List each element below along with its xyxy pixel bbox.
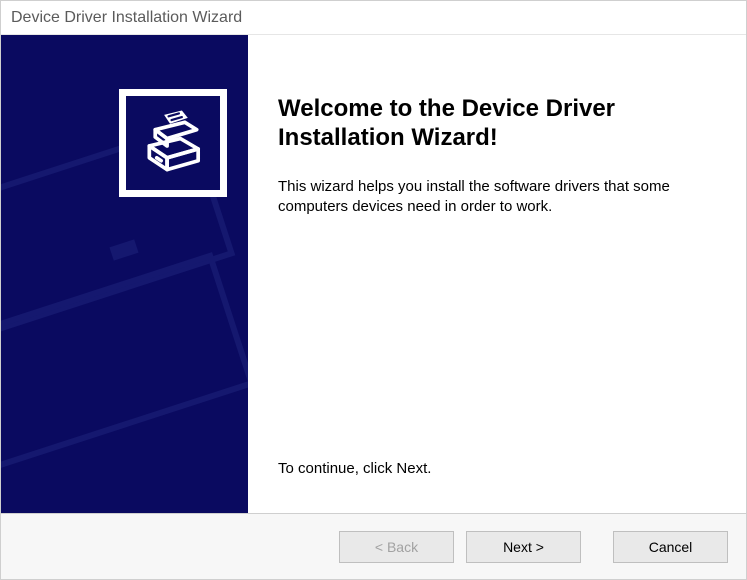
continue-instruction: To continue, click Next.	[278, 460, 716, 477]
driver-install-icon	[126, 96, 220, 190]
page-body: This wizard helps you install the softwa…	[278, 177, 716, 218]
button-row: < Back Next > Cancel	[1, 513, 746, 579]
back-button: < Back	[339, 531, 454, 563]
sidebar-graphic	[1, 35, 248, 513]
titlebar: Device Driver Installation Wizard	[1, 1, 746, 35]
main-panel: Welcome to the Device Driver Installatio…	[248, 35, 746, 513]
cancel-button[interactable]: Cancel	[613, 531, 728, 563]
next-button[interactable]: Next >	[466, 531, 581, 563]
wizard-icon-frame	[119, 89, 227, 197]
page-heading: Welcome to the Device Driver Installatio…	[278, 95, 716, 153]
installer-window: Device Driver Installation Wizard	[0, 0, 747, 580]
window-title: Device Driver Installation Wizard	[11, 9, 242, 27]
content-area: Welcome to the Device Driver Installatio…	[1, 35, 746, 513]
